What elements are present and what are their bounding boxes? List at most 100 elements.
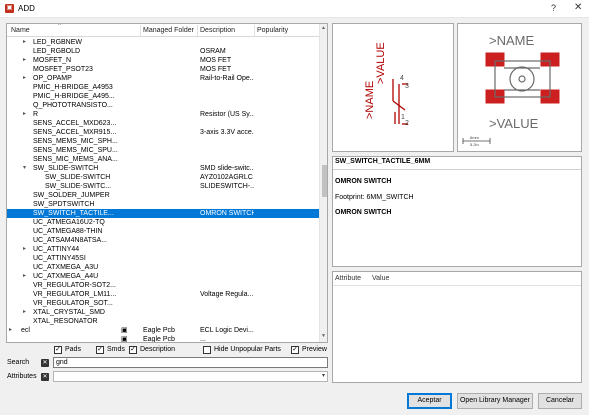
chevron-down-icon[interactable]: ▾ [322, 372, 325, 381]
symbol-pin-4: 4 [400, 75, 404, 82]
expand-arrow-icon[interactable]: ▸ [23, 110, 26, 119]
description-label: Description [140, 346, 176, 353]
search-value: gnd [56, 359, 68, 366]
expand-arrow-icon[interactable]: ▸ [23, 56, 26, 65]
hide-unpopular-checkbox[interactable] [203, 346, 211, 354]
attributes-input[interactable]: ▾ [53, 371, 328, 382]
tree-row[interactable]: ▸ MOSFET_N MOS FET [7, 56, 319, 65]
row-name: PMIC_H-BRIDGE_A4953 [33, 84, 113, 91]
row-name: UC_ATXMEGA_A3U [33, 264, 99, 271]
tree-row[interactable]: SW_SOLDER_JUMPER [7, 191, 319, 200]
cancel-button[interactable]: Cancelar [538, 393, 582, 409]
tree-row[interactable]: SW_SWITCH_TACTILE... OMRON SWITCH [7, 209, 319, 218]
tree-row[interactable]: ▸ UC_ATTINY44 [7, 245, 319, 254]
col-value[interactable]: Value [372, 275, 389, 282]
tree-row[interactable]: ▸ OP_OPAMP Rail-to-Rail Ope... [7, 74, 319, 83]
row-name: R [33, 111, 39, 118]
expand-arrow-icon[interactable]: ▸ [23, 38, 26, 47]
row-name: PMIC_H-BRIDGE_A495... [33, 93, 115, 100]
col-name[interactable]: Name [11, 27, 30, 34]
expand-arrow-icon[interactable]: ▸ [23, 245, 26, 254]
col-attribute[interactable]: Attribute [335, 275, 361, 282]
tree-row[interactable]: VR_REGULATOR_SOT... [7, 299, 319, 308]
row-name: SENS_ACCEL_MXR915... [33, 129, 117, 136]
preview-checkbox[interactable]: ✓ [291, 346, 299, 354]
description-checkbox[interactable]: ✓ [129, 346, 137, 354]
symbol-value-text: >VALUE [375, 42, 387, 84]
tree-row[interactable]: VR_REGULATOR_LM11... Voltage Regula... [7, 290, 319, 299]
tree-row[interactable]: ▸ R Resistor (US Sy... [7, 110, 319, 119]
tree-row[interactable]: SENS_ACCEL_MXR915... 3-axis 3.3V acce... [7, 128, 319, 137]
smds-checkbox[interactable]: ✓ [96, 346, 104, 354]
symbol-preview: >VALUE >NAME 4 3 1 2 [332, 23, 454, 152]
tree-row[interactable]: ▾ SW_SLIDE-SWITCH SMD slide-switc... [7, 164, 319, 173]
symbol-pin-3: 3 [405, 83, 409, 90]
tree-row[interactable]: ▸ UC_ATXMEGA_A4U [7, 272, 319, 281]
expand-arrow-icon[interactable]: ▸ [23, 74, 26, 83]
row-description: SLIDESWITCH-... [200, 183, 254, 190]
tree-row[interactable]: UC_ATTINY45SI [7, 254, 319, 263]
search-clear-icon[interactable]: ✕ [41, 359, 49, 367]
tree-row[interactable]: XTAL_RESONATOR [7, 317, 319, 326]
col-managed-folder[interactable]: Managed Folder [143, 27, 194, 34]
tree-row[interactable]: SENS_MIC_MEMS_ANA... [7, 155, 319, 164]
search-input[interactable]: gnd [53, 357, 328, 368]
attributes-clear-icon[interactable]: ✕ [41, 373, 49, 381]
collapse-arrow-icon[interactable]: ▾ [23, 164, 26, 173]
tree-row[interactable]: UC_ATMEGA88-THIN [7, 227, 319, 236]
tree-row[interactable]: Q_PHOTOTRANSISTO... [7, 101, 319, 110]
tree-row[interactable]: UC_ATXMEGA_A3U [7, 263, 319, 272]
expand-arrow-icon[interactable]: ▸ [23, 272, 26, 281]
col-popularity[interactable]: Popularity [257, 27, 288, 34]
tree-row[interactable]: ▣ Eagle Pcb... [7, 335, 319, 343]
scroll-thumb[interactable] [322, 165, 327, 197]
tree-row[interactable]: ▸ XTAL_CRYSTAL_SMD [7, 308, 319, 317]
scroll-up-icon[interactable]: ▲ [321, 25, 326, 31]
footprint-icon: >NAME >VALUE 6mm 5.2in [462, 33, 560, 147]
tree-scrollbar[interactable]: ▲ ▼ [319, 24, 327, 342]
tree-row[interactable]: LED_RGBOLD OSRAM [7, 47, 319, 56]
window-title: ADD [18, 4, 35, 13]
tree-row[interactable]: PMIC_H-BRIDGE_A4953 [7, 83, 319, 92]
package-preview: >NAME >VALUE 6mm 5.2in [457, 23, 582, 152]
row-description: ... [200, 336, 206, 343]
scale-a-text: 6mm [470, 135, 480, 140]
tree-row[interactable]: ▸ LED_RGBNEW [7, 38, 319, 47]
tree-row[interactable]: SW_SPDTSWITCH [7, 200, 319, 209]
tree-row[interactable]: PMIC_H-BRIDGE_A495... [7, 92, 319, 101]
row-name: SW_SLIDE-SWITCH [33, 165, 99, 172]
tree-row[interactable]: SENS_MEMS_MIC_SPH... [7, 137, 319, 146]
col-description[interactable]: Description [200, 27, 235, 34]
row-name: SW_SPDTSWITCH [33, 201, 95, 208]
tree-row[interactable]: VR_REGULATOR-SOT2... [7, 281, 319, 290]
library-tree[interactable]: ^ Name Managed Folder Description Popula… [6, 23, 328, 343]
accept-button[interactable]: Aceptar [407, 393, 452, 409]
pads-checkbox[interactable]: ✓ [54, 346, 62, 354]
tree-row[interactable]: UC_ATMEGA16U2-TQ [7, 218, 319, 227]
expand-arrow-icon[interactable]: ▸ [9, 326, 12, 335]
tree-row[interactable]: MOSFET_PSOT23 MOS FET [7, 65, 319, 74]
expand-arrow-icon[interactable]: ▸ [23, 308, 26, 317]
tree-row[interactable]: SW_SLIDE-SWITCH AYZ0102AGRLC [7, 173, 319, 182]
tree-row[interactable]: SENS_MEMS_MIC_SPU... [7, 146, 319, 155]
scroll-down-icon[interactable]: ▼ [321, 333, 326, 339]
help-button[interactable]: ? [551, 3, 556, 13]
title-bar: ▣ ADD ? ✕ [0, 0, 589, 18]
open-library-manager-button[interactable]: Open Library Manager [457, 393, 533, 409]
hide-unpopular-label: Hide Unpopular Parts [214, 346, 281, 353]
row-name: SENS_ACCEL_MXD623... [33, 120, 117, 127]
tree-row[interactable]: ▸ ecl ▣ Eagle Pcb ECL Logic Devi... [7, 326, 319, 335]
close-button[interactable]: ✕ [574, 2, 582, 13]
symbol-name-text: >NAME [364, 81, 376, 119]
pads-label: Pads [65, 346, 81, 353]
device-desc: OMRON SWITCH [335, 178, 392, 185]
tree-row[interactable]: SW_SLIDE-SWITC... SLIDESWITCH-... [7, 182, 319, 191]
row-name: LED_RGBNEW [33, 39, 83, 46]
sort-arrow-icon[interactable]: ^ [58, 24, 61, 29]
row-folder: Eagle Pcb [143, 327, 175, 334]
row-description: Rail-to-Rail Ope... [200, 75, 254, 82]
row-name: VR_REGULATOR-SOT2... [33, 282, 116, 289]
row-description: ECL Logic Devi... [200, 327, 254, 334]
tree-row[interactable]: SENS_ACCEL_MXD623... [7, 119, 319, 128]
tree-row[interactable]: UC_ATSAM4N8ATSA... [7, 236, 319, 245]
